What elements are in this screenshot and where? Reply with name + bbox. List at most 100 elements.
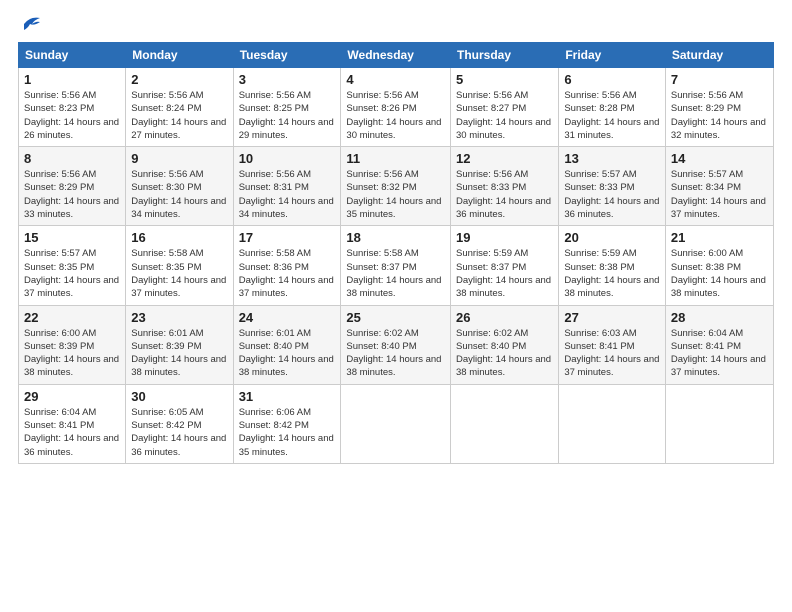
day-info: Sunrise: 5:56 AMSunset: 8:27 PMDaylight:…: [456, 89, 553, 142]
day-number: 1: [24, 72, 120, 87]
day-info: Sunrise: 6:03 AMSunset: 8:41 PMDaylight:…: [564, 327, 660, 380]
day-number: 16: [131, 230, 227, 245]
day-number: 26: [456, 310, 553, 325]
day-number: 2: [131, 72, 227, 87]
calendar-cell: 19 Sunrise: 5:59 AMSunset: 8:37 PMDayligh…: [451, 226, 559, 305]
day-number: 30: [131, 389, 227, 404]
calendar-week-row: 15 Sunrise: 5:57 AMSunset: 8:35 PMDayligh…: [19, 226, 774, 305]
day-number: 3: [239, 72, 336, 87]
calendar-table: SundayMondayTuesdayWednesdayThursdayFrid…: [18, 42, 774, 464]
day-number: 27: [564, 310, 660, 325]
day-number: 5: [456, 72, 553, 87]
day-number: 11: [346, 151, 445, 166]
day-info: Sunrise: 5:56 AMSunset: 8:32 PMDaylight:…: [346, 168, 445, 221]
calendar-cell: 10Sunrise: 5:56 AMSunset: 8:31 PMDayligh…: [233, 147, 341, 226]
calendar-cell: 16 Sunrise: 5:58 AMSunset: 8:35 PMDayligh…: [126, 226, 233, 305]
day-number: 24: [239, 310, 336, 325]
calendar-cell: 6 Sunrise: 5:56 AMSunset: 8:28 PMDaylight…: [559, 68, 666, 147]
day-info: Sunrise: 5:56 AMSunset: 8:23 PMDaylight:…: [24, 89, 120, 142]
day-info: Sunrise: 6:02 AMSunset: 8:40 PMDaylight:…: [346, 327, 445, 380]
day-number: 25: [346, 310, 445, 325]
calendar-cell: 18 Sunrise: 5:58 AMSunset: 8:37 PMDayligh…: [341, 226, 451, 305]
calendar-cell: 22 Sunrise: 6:00 AMSunset: 8:39 PMDayligh…: [19, 305, 126, 384]
day-number: 29: [24, 389, 120, 404]
calendar-cell: 14 Sunrise: 5:57 AMSunset: 8:34 PMDayligh…: [665, 147, 773, 226]
day-info: Sunrise: 5:59 AMSunset: 8:38 PMDaylight:…: [564, 247, 660, 300]
day-number: 8: [24, 151, 120, 166]
calendar-cell: 5 Sunrise: 5:56 AMSunset: 8:27 PMDaylight…: [451, 68, 559, 147]
day-info: Sunrise: 5:57 AMSunset: 8:35 PMDaylight:…: [24, 247, 120, 300]
weekday-header-tuesday: Tuesday: [233, 43, 341, 68]
day-number: 10: [239, 151, 336, 166]
day-info: Sunrise: 5:58 AMSunset: 8:37 PMDaylight:…: [346, 247, 445, 300]
day-number: 23: [131, 310, 227, 325]
day-number: 17: [239, 230, 336, 245]
day-info: Sunrise: 5:56 AMSunset: 8:26 PMDaylight:…: [346, 89, 445, 142]
day-number: 31: [239, 389, 336, 404]
day-number: 4: [346, 72, 445, 87]
day-info: Sunrise: 5:56 AMSunset: 8:28 PMDaylight:…: [564, 89, 660, 142]
day-info: Sunrise: 5:56 AMSunset: 8:29 PMDaylight:…: [24, 168, 120, 221]
calendar-cell: 13 Sunrise: 5:57 AMSunset: 8:33 PMDayligh…: [559, 147, 666, 226]
day-info: Sunrise: 6:01 AMSunset: 8:40 PMDaylight:…: [239, 327, 336, 380]
calendar-cell: 26 Sunrise: 6:02 AMSunset: 8:40 PMDayligh…: [451, 305, 559, 384]
day-info: Sunrise: 6:00 AMSunset: 8:39 PMDaylight:…: [24, 327, 120, 380]
logo-bird-icon: [20, 14, 42, 32]
day-number: 18: [346, 230, 445, 245]
day-info: Sunrise: 6:05 AMSunset: 8:42 PMDaylight:…: [131, 406, 227, 459]
logo: [18, 18, 42, 32]
weekday-header-monday: Monday: [126, 43, 233, 68]
weekday-header-saturday: Saturday: [665, 43, 773, 68]
day-info: Sunrise: 5:58 AMSunset: 8:36 PMDaylight:…: [239, 247, 336, 300]
calendar-cell: 15 Sunrise: 5:57 AMSunset: 8:35 PMDayligh…: [19, 226, 126, 305]
calendar-cell: 1 Sunrise: 5:56 AMSunset: 8:23 PMDaylight…: [19, 68, 126, 147]
day-number: 20: [564, 230, 660, 245]
calendar-cell: 28Sunrise: 6:04 AMSunset: 8:41 PMDayligh…: [665, 305, 773, 384]
calendar-cell: [665, 384, 773, 463]
weekday-header-row: SundayMondayTuesdayWednesdayThursdayFrid…: [19, 43, 774, 68]
calendar-week-row: 1 Sunrise: 5:56 AMSunset: 8:23 PMDaylight…: [19, 68, 774, 147]
weekday-header-sunday: Sunday: [19, 43, 126, 68]
weekday-header-friday: Friday: [559, 43, 666, 68]
day-info: Sunrise: 5:58 AMSunset: 8:35 PMDaylight:…: [131, 247, 227, 300]
day-info: Sunrise: 5:59 AMSunset: 8:37 PMDaylight:…: [456, 247, 553, 300]
calendar-cell: 31Sunrise: 6:06 AMSunset: 8:42 PMDayligh…: [233, 384, 341, 463]
day-info: Sunrise: 5:57 AMSunset: 8:34 PMDaylight:…: [671, 168, 768, 221]
calendar-cell: 25 Sunrise: 6:02 AMSunset: 8:40 PMDayligh…: [341, 305, 451, 384]
calendar-cell: 11 Sunrise: 5:56 AMSunset: 8:32 PMDayligh…: [341, 147, 451, 226]
calendar-cell: 23 Sunrise: 6:01 AMSunset: 8:39 PMDayligh…: [126, 305, 233, 384]
day-info: Sunrise: 5:57 AMSunset: 8:33 PMDaylight:…: [564, 168, 660, 221]
day-info: Sunrise: 5:56 AMSunset: 8:33 PMDaylight:…: [456, 168, 553, 221]
calendar-cell: [451, 384, 559, 463]
day-number: 22: [24, 310, 120, 325]
calendar-cell: [559, 384, 666, 463]
calendar-cell: 8 Sunrise: 5:56 AMSunset: 8:29 PMDaylight…: [19, 147, 126, 226]
header: [18, 18, 774, 32]
day-info: Sunrise: 6:04 AMSunset: 8:41 PMDaylight:…: [671, 327, 768, 380]
day-number: 9: [131, 151, 227, 166]
calendar-cell: 27 Sunrise: 6:03 AMSunset: 8:41 PMDayligh…: [559, 305, 666, 384]
day-info: Sunrise: 6:01 AMSunset: 8:39 PMDaylight:…: [131, 327, 227, 380]
calendar-cell: 7Sunrise: 5:56 AMSunset: 8:29 PMDaylight…: [665, 68, 773, 147]
day-number: 12: [456, 151, 553, 166]
day-number: 19: [456, 230, 553, 245]
day-number: 6: [564, 72, 660, 87]
calendar-cell: 17 Sunrise: 5:58 AMSunset: 8:36 PMDayligh…: [233, 226, 341, 305]
page: SundayMondayTuesdayWednesdayThursdayFrid…: [0, 0, 792, 612]
day-info: Sunrise: 6:02 AMSunset: 8:40 PMDaylight:…: [456, 327, 553, 380]
day-number: 14: [671, 151, 768, 166]
calendar-cell: [341, 384, 451, 463]
calendar-week-row: 8 Sunrise: 5:56 AMSunset: 8:29 PMDaylight…: [19, 147, 774, 226]
calendar-cell: 20 Sunrise: 5:59 AMSunset: 8:38 PMDayligh…: [559, 226, 666, 305]
day-info: Sunrise: 5:56 AMSunset: 8:24 PMDaylight:…: [131, 89, 227, 142]
day-number: 15: [24, 230, 120, 245]
day-info: Sunrise: 5:56 AMSunset: 8:25 PMDaylight:…: [239, 89, 336, 142]
calendar-week-row: 22 Sunrise: 6:00 AMSunset: 8:39 PMDayligh…: [19, 305, 774, 384]
day-info: Sunrise: 6:00 AMSunset: 8:38 PMDaylight:…: [671, 247, 768, 300]
weekday-header-wednesday: Wednesday: [341, 43, 451, 68]
calendar-cell: 29Sunrise: 6:04 AMSunset: 8:41 PMDayligh…: [19, 384, 126, 463]
calendar-cell: 9Sunrise: 5:56 AMSunset: 8:30 PMDaylight…: [126, 147, 233, 226]
day-number: 13: [564, 151, 660, 166]
calendar-week-row: 29Sunrise: 6:04 AMSunset: 8:41 PMDayligh…: [19, 384, 774, 463]
calendar-cell: 21Sunrise: 6:00 AMSunset: 8:38 PMDayligh…: [665, 226, 773, 305]
